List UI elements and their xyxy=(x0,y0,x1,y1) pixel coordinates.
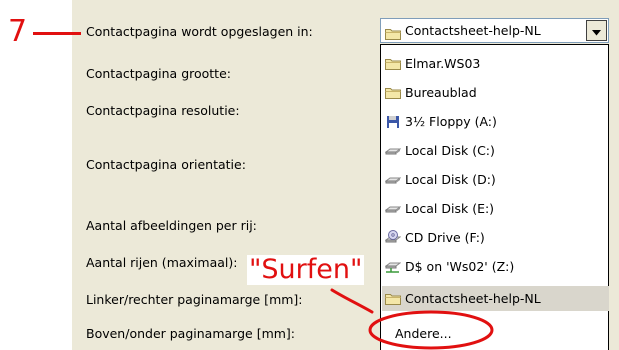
callout-ellipse xyxy=(368,310,494,350)
surfen-callout-text: "Surfen" xyxy=(247,254,365,285)
callout-arrow-line xyxy=(330,288,374,314)
callout-overlay xyxy=(330,288,494,350)
